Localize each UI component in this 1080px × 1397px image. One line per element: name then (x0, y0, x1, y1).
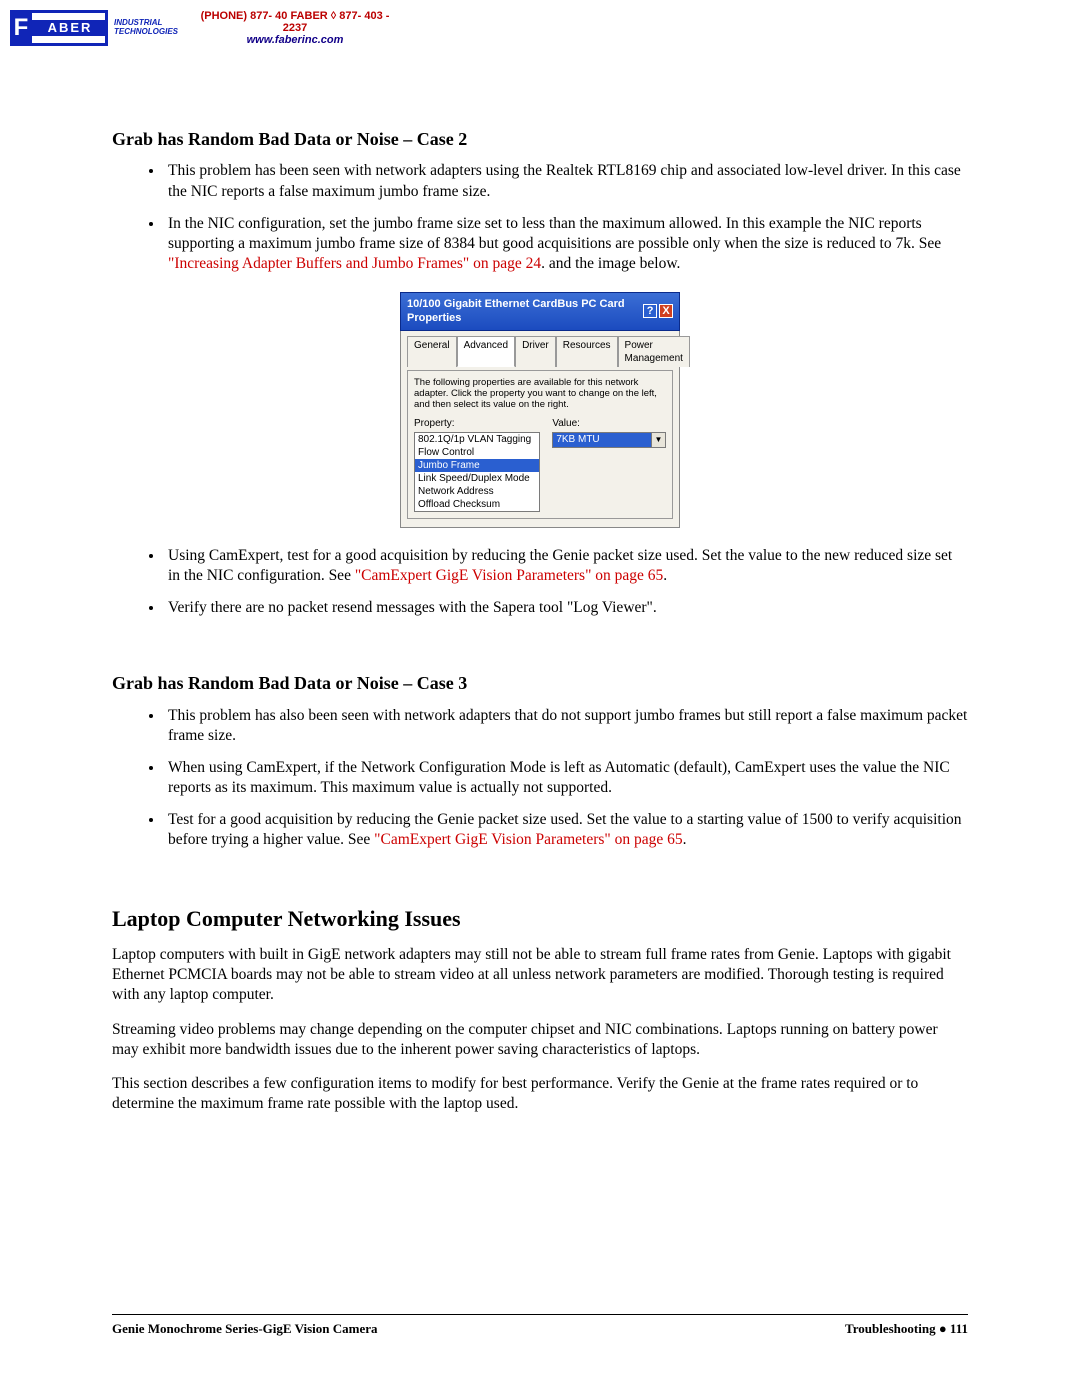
list-item: Verify there are no packet resend messag… (164, 598, 968, 618)
property-listbox[interactable]: 802.1Q/1p VLAN Tagging Flow Control Jumb… (414, 432, 540, 512)
text: . and the image below. (541, 255, 680, 272)
dialog-tabstrip: General Advanced Driver Resources Power … (407, 335, 673, 366)
text: . (663, 567, 667, 584)
list-item: This problem has also been seen with net… (164, 706, 968, 746)
list-item-selected[interactable]: Jumbo Frame (415, 459, 539, 472)
contact-url: www.faberinc.com (195, 34, 395, 46)
faber-logo: F ABER (10, 10, 108, 46)
dialog-titlebar: 10/100 Gigabit Ethernet CardBus PC Card … (400, 292, 680, 331)
help-icon[interactable]: ? (643, 304, 657, 318)
text: In the NIC configuration, set the jumbo … (168, 215, 941, 252)
list-item[interactable]: Link Speed/Duplex Mode (415, 472, 539, 485)
list-item[interactable]: Offload TCP_LargeSend (415, 511, 539, 512)
list-item: This problem has been seen with network … (164, 161, 968, 201)
list-item: In the NIC configuration, set the jumbo … (164, 214, 968, 274)
tagline-technologies: TECHNOLOGIES (114, 28, 178, 37)
dropdown-value: 7KB MTU (553, 433, 651, 447)
heading-case-2: Grab has Random Bad Data or Noise – Case… (112, 128, 968, 151)
cross-ref-link[interactable]: "CamExpert GigE Vision Parameters" on pa… (374, 831, 682, 848)
paragraph: This section describes a few configurati… (112, 1074, 968, 1114)
paragraph: Laptop computers with built in GigE netw… (112, 945, 968, 1005)
tab-driver[interactable]: Driver (515, 336, 556, 367)
logo-block: F ABER INDUSTRIAL TECHNOLOGIES (10, 10, 1070, 46)
brand-tagline: INDUSTRIAL TECHNOLOGIES (114, 19, 178, 37)
value-label: Value: (552, 417, 666, 430)
tab-general[interactable]: General (407, 336, 457, 367)
page-footer: Genie Monochrome Series-GigE Vision Came… (112, 1314, 968, 1337)
list-item[interactable]: Offload Checksum (415, 498, 539, 511)
value-dropdown[interactable]: 7KB MTU ▼ (552, 432, 666, 448)
dialog-panel: The following properties are available f… (407, 370, 673, 519)
page-header: F ABER INDUSTRIAL TECHNOLOGIES (PHONE) 8… (10, 10, 1070, 60)
tab-power-management[interactable]: Power Management (618, 336, 690, 367)
heading-case-3: Grab has Random Bad Data or Noise – Case… (112, 672, 968, 695)
list-item: Test for a good acquisition by reducing … (164, 810, 968, 850)
bullet-list-case2-b: Using CamExpert, test for a good acquisi… (112, 546, 968, 618)
footer-page-ref: Troubleshooting ● 111 (845, 1321, 968, 1337)
properties-dialog: 10/100 Gigabit Ethernet CardBus PC Card … (400, 292, 680, 528)
logo-letter-f: F (10, 10, 32, 46)
list-item[interactable]: Network Address (415, 485, 539, 498)
chevron-down-icon[interactable]: ▼ (651, 433, 665, 447)
heading-laptop-issues: Laptop Computer Networking Issues (112, 905, 968, 934)
page-content: Grab has Random Bad Data or Noise – Case… (112, 128, 968, 1128)
contact-phone: (PHONE) 877- 40 FABER ◊ 877- 403 - 2237 (195, 10, 395, 34)
dialog-description: The following properties are available f… (414, 377, 666, 411)
cross-ref-link[interactable]: "Increasing Adapter Buffers and Jumbo Fr… (168, 255, 541, 272)
bullet-list-case2-a: This problem has been seen with network … (112, 161, 968, 274)
contact-block: (PHONE) 877- 40 FABER ◊ 877- 403 - 2237 … (195, 10, 395, 46)
text: . (683, 831, 687, 848)
dialog-body: General Advanced Driver Resources Power … (400, 331, 680, 528)
footer-doc-title: Genie Monochrome Series-GigE Vision Came… (112, 1321, 378, 1337)
list-item[interactable]: 802.1Q/1p VLAN Tagging (415, 433, 539, 446)
list-item: When using CamExpert, if the Network Con… (164, 758, 968, 798)
dialog-title-text: 10/100 Gigabit Ethernet CardBus PC Card … (407, 297, 641, 326)
logo-text-aber: ABER (32, 20, 108, 36)
value-column: Value: 7KB MTU ▼ (552, 417, 666, 512)
close-icon[interactable]: X (659, 304, 673, 318)
bullet-list-case3: This problem has also been seen with net… (112, 706, 968, 851)
property-column: Property: 802.1Q/1p VLAN Tagging Flow Co… (414, 417, 540, 512)
list-item: Using CamExpert, test for a good acquisi… (164, 546, 968, 586)
tab-advanced[interactable]: Advanced (457, 336, 515, 367)
paragraph: Streaming video problems may change depe… (112, 1020, 968, 1060)
property-label: Property: (414, 417, 540, 430)
cross-ref-link[interactable]: "CamExpert GigE Vision Parameters" on pa… (355, 567, 663, 584)
list-item[interactable]: Flow Control (415, 446, 539, 459)
tab-resources[interactable]: Resources (556, 336, 618, 367)
